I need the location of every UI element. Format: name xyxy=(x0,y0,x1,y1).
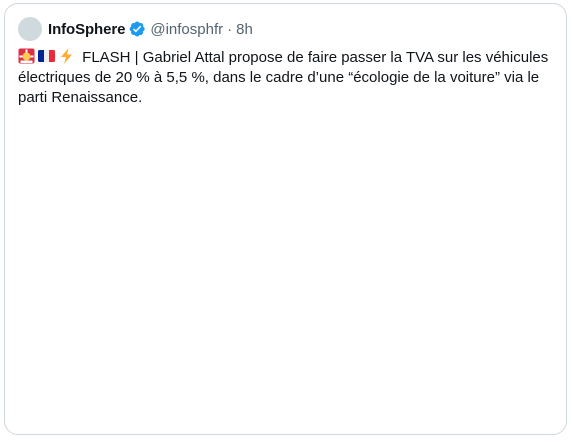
high-voltage-icon xyxy=(58,48,75,64)
verified-badge-icon[interactable] xyxy=(128,20,146,38)
tweet-timestamp[interactable]: 8h xyxy=(236,21,253,38)
author-handle[interactable]: @infosphfr xyxy=(150,21,223,38)
avatar[interactable] xyxy=(18,17,42,41)
tweet-header: InfoSphere @infosphfr · 8h xyxy=(18,17,253,41)
rotating-light-icon xyxy=(18,48,35,64)
tweet-text: FLASH | Gabriel Attal propose de faire p… xyxy=(18,48,558,108)
france-flag-icon xyxy=(38,48,55,64)
dot-separator: · xyxy=(227,20,233,38)
tweet-card[interactable]: InfoSphere @infosphfr · 8h FLASH | Gabri… xyxy=(4,3,567,435)
author-display-name[interactable]: InfoSphere xyxy=(48,21,125,38)
tweet-body: FLASH | Gabriel Attal propose de faire p… xyxy=(18,49,549,106)
